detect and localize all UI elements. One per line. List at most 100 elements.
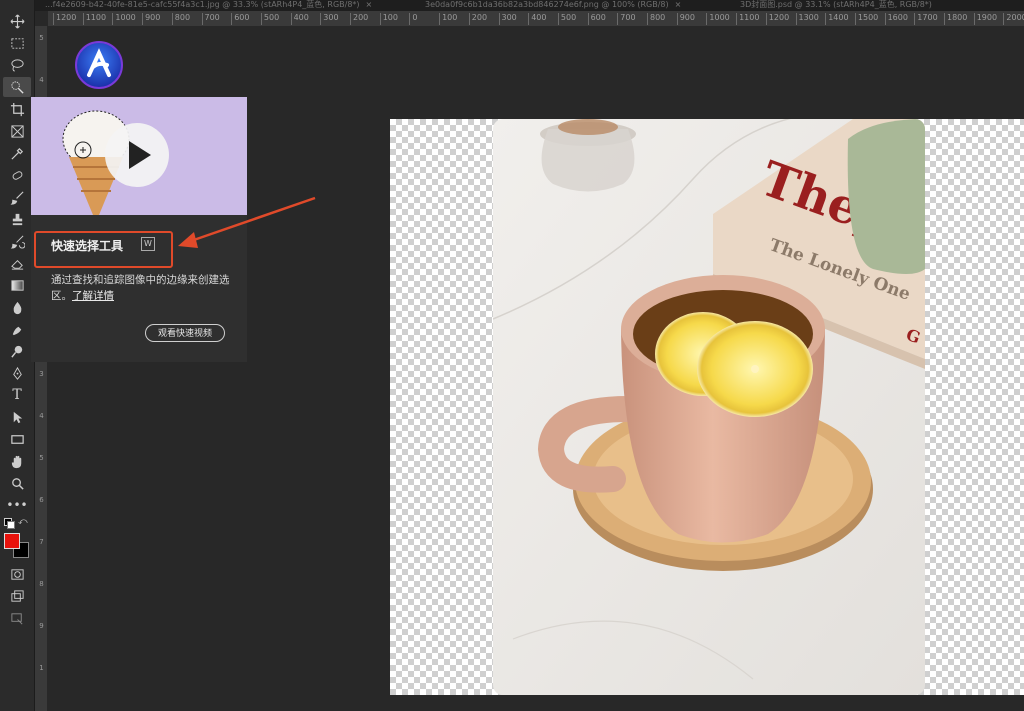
dodge-tool[interactable] (3, 341, 31, 361)
horizontal-ruler: 1200 1100 1000 900 800 700 600 500 400 300 200 100 0… (48, 11, 1024, 27)
ruler-tick-label: 3 (39, 370, 44, 378)
type-tool[interactable]: T (3, 385, 31, 405)
ruler-tick-label: 100 (379, 13, 398, 25)
dodge-icon (10, 345, 22, 358)
gradient-tool[interactable] (3, 275, 31, 295)
smudge-icon (12, 326, 21, 335)
smudge-tool[interactable] (3, 319, 31, 339)
ruler-tick-label: 1400 (825, 13, 849, 25)
spot-healing-icon (12, 170, 22, 180)
ruler-tick-label: 4 (39, 76, 44, 84)
hand-icon (11, 455, 21, 468)
ruler-tick-label: 1000 (706, 13, 730, 25)
eraser-tool[interactable] (3, 253, 31, 273)
foreground-color-swatch[interactable] (4, 533, 20, 549)
more-tools-button[interactable]: ••• (3, 495, 31, 515)
play-icon[interactable] (105, 123, 169, 187)
default-colors-icon[interactable] (4, 518, 15, 529)
ruler-tick-label: 1200 (765, 13, 789, 25)
hand-tool[interactable] (3, 451, 31, 471)
learn-more-link[interactable]: 了解详情 (72, 290, 114, 302)
document-tab-3[interactable]: 3D封面图.psd @ 33.1% (stARh4P4_蓝色, RGB/8*) (740, 0, 1024, 11)
clone-stamp-tool[interactable] (3, 209, 31, 229)
ruler-tick-label: 1200 (53, 13, 76, 25)
zoom-icon (11, 477, 24, 490)
clone-stamp-icon (12, 213, 22, 225)
zoom-tool[interactable] (3, 473, 31, 493)
color-swatches (4, 533, 30, 561)
ruler-tick-label: 1700 (914, 13, 938, 25)
eyedropper-icon (10, 147, 23, 160)
blur-icon (13, 301, 21, 314)
ruler-tick-label: 1900 (973, 13, 997, 25)
move-icon (10, 14, 24, 28)
ruler-tick-label: 1500 (854, 13, 878, 25)
quick-selection-tool[interactable] (3, 77, 31, 97)
tools-panel: T ••• ⤺ (0, 0, 35, 711)
quick-selection-icon (10, 80, 24, 94)
document-canvas[interactable]: The L The Lonely One G (390, 119, 1024, 695)
type-icon: T (12, 387, 22, 403)
tab-label: 3e0da0f9c6b1da36b82a3bd846274e6f.png @ 1… (425, 0, 669, 9)
screen-mode-icon (10, 589, 24, 602)
marquee-tool[interactable] (3, 33, 31, 53)
pen-icon (12, 366, 22, 380)
ruler-tick-label: 400 (290, 13, 309, 25)
ruler-tick-label: 1100 (82, 13, 106, 25)
path-selection-icon (13, 411, 22, 423)
ruler-tick-label: 600 (587, 13, 606, 25)
tooltip-description: 通过查找和追踪图像中的边缘来创建选区。了解详情 (51, 272, 231, 304)
quick-mask-button[interactable] (3, 564, 31, 584)
path-selection-tool[interactable] (3, 407, 31, 427)
pen-tool[interactable] (3, 363, 31, 383)
frame-icon (10, 124, 24, 138)
tab-label: ...f4e2609-b42-40fe-81e5-cafc55f4a3c1.jp… (45, 0, 360, 9)
photo-tea-cup: The L The Lonely One G (493, 119, 925, 695)
ruler-tick-label: 1600 (884, 13, 908, 25)
ruler-tick-label: 200 (350, 13, 368, 25)
annotation-arrow (178, 196, 316, 248)
ruler-tick-label: 100 (439, 13, 457, 25)
ruler-tick-label: 1800 (944, 13, 967, 25)
document-tab-2[interactable]: 3e0da0f9c6b1da36b82a3bd846274e6f.png @ 1… (425, 0, 725, 11)
history-brush-tool[interactable] (3, 231, 31, 251)
blur-tool[interactable] (3, 297, 31, 317)
ruler-tick-label: 800 (171, 13, 190, 25)
history-brush-icon (10, 235, 25, 249)
watch-video-button[interactable]: 观看快速视频 (145, 324, 225, 342)
brush-tool[interactable] (3, 187, 31, 207)
ruler-tick-label: 1000 (112, 13, 136, 25)
ruler-tick-label: 200 (468, 13, 487, 25)
document-tab-1[interactable]: ...f4e2609-b42-40fe-81e5-cafc55f4a3c1.jp… (45, 0, 390, 11)
ruler-tick-label: 700 (201, 13, 220, 25)
rectangle-tool[interactable] (3, 429, 31, 449)
document-tab-bar: ...f4e2609-b42-40fe-81e5-cafc55f4a3c1.jp… (0, 0, 1024, 11)
ruler-tick-label: 0 (409, 13, 417, 25)
swap-colors-icon[interactable]: ⤺ (18, 517, 28, 527)
edit-toolbar-icon (10, 612, 23, 624)
lasso-tool[interactable] (3, 55, 31, 75)
ruler-tick-label: 400 (528, 13, 546, 25)
edit-toolbar-button[interactable] (3, 608, 31, 628)
screen-mode-button[interactable] (3, 586, 31, 606)
ruler-tick-label: 5 (39, 454, 44, 462)
tab-label: 3D封面图.psd @ 33.1% (stARh4P4_蓝色, RGB/8*) (740, 0, 932, 9)
eyedropper-tool[interactable] (3, 143, 31, 163)
spot-healing-tool[interactable] (3, 165, 31, 185)
close-icon[interactable]: × (675, 0, 682, 9)
close-icon[interactable]: × (366, 0, 373, 9)
ruler-tick-label: 9 (39, 622, 44, 630)
ruler-tick-label: 500 (557, 13, 576, 25)
ruler-tick-label: 1 (39, 664, 44, 672)
more-tools-icon: ••• (6, 498, 28, 512)
marquee-icon (10, 37, 24, 49)
crop-tool[interactable] (3, 99, 31, 119)
ruler-tick-label: 2000 (1003, 13, 1024, 25)
ruler-tick-label: 300 (320, 13, 339, 25)
frame-tool[interactable] (3, 121, 31, 141)
move-tool[interactable] (3, 11, 31, 31)
ruler-tick-label: 300 (498, 13, 517, 25)
ruler-tick-label: 8 (39, 580, 44, 588)
tea-cup-illustration: The L The Lonely One G (493, 119, 925, 695)
ruler-tick-label: 700 (617, 13, 636, 25)
